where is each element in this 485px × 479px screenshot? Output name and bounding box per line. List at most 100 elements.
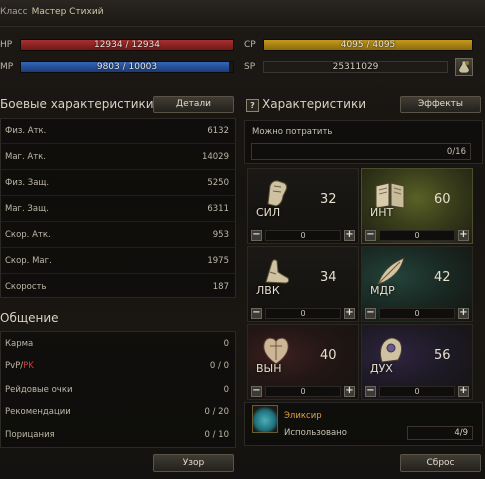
stat-value: 953 xyxy=(212,230,229,240)
decrement-button[interactable]: − xyxy=(365,230,376,241)
view-button[interactable]: Узор xyxy=(153,454,234,472)
stat-name: Скор. Атк. xyxy=(5,230,51,240)
stat-abbr: ДУХ xyxy=(370,362,393,375)
elixir-used-label: Использовано xyxy=(284,428,347,438)
spend-label: Можно потратить xyxy=(252,127,333,137)
decrement-button[interactable]: − xyxy=(365,386,376,397)
social-value: 0 xyxy=(223,385,229,395)
alloc-value: 0 xyxy=(265,386,341,397)
sp-value: 25311029 xyxy=(332,62,379,72)
decrement-button[interactable]: − xyxy=(365,308,376,319)
stat-card-dex: ЛВК 34 − 0 + xyxy=(247,246,359,322)
stat-allocator: − 0 + xyxy=(363,308,471,319)
reset-button[interactable]: Сброс xyxy=(400,454,481,472)
social-row: Рекомендации 0 / 20 xyxy=(1,400,235,424)
social-name: Рекомендации xyxy=(5,407,71,417)
stat-value: 14029 xyxy=(201,152,229,162)
stat-row: Скор. Атк. 953 xyxy=(1,223,235,248)
stat-card-con: ВЫН 40 − 0 + xyxy=(247,324,359,400)
stat-name: Физ. Атк. xyxy=(5,126,47,136)
elixir-icon xyxy=(252,405,278,433)
increment-button[interactable]: + xyxy=(344,308,355,319)
stat-allocator: − 0 + xyxy=(249,230,357,241)
increment-button[interactable]: + xyxy=(458,230,469,241)
stat-value: 32 xyxy=(320,192,337,207)
elixir-used-field: 4/9 xyxy=(407,426,473,440)
social-row: Карма 0 xyxy=(1,332,235,356)
cp-label: CP xyxy=(244,40,256,50)
cp-bar-text: 4095 / 4095 xyxy=(340,40,396,50)
alloc-value: 0 xyxy=(265,308,341,319)
pvp-label: PvP/ xyxy=(5,361,24,371)
alloc-value: 0 xyxy=(379,386,455,397)
social-value: 0 / 0 xyxy=(209,361,229,371)
social-row: Порицания 0 / 10 xyxy=(1,423,235,447)
stat-name: Скорость xyxy=(5,282,47,292)
stat-abbr: ИНТ xyxy=(370,206,394,219)
sp-label: SP xyxy=(244,62,256,72)
stat-row: Скор. Маг. 1975 xyxy=(1,249,235,274)
stat-card-men: ДУХ 56 − 0 + xyxy=(361,324,473,400)
spend-points-value: 0/16 xyxy=(446,147,466,157)
stat-value: 6132 xyxy=(207,126,229,136)
alloc-value: 0 xyxy=(379,308,455,319)
stat-value: 42 xyxy=(434,270,451,285)
social-name: Порицания xyxy=(5,430,55,440)
increment-button[interactable]: + xyxy=(344,386,355,397)
class-row: Класс Мастер Стихий xyxy=(0,7,104,17)
stat-row: Маг. Защ. 6311 xyxy=(1,197,235,222)
sp-field: 25311029 xyxy=(263,61,448,73)
alloc-value: 0 xyxy=(265,230,341,241)
decrement-button[interactable]: − xyxy=(251,230,262,241)
stat-value: 60 xyxy=(434,192,451,207)
social-name: Рейдовые очки xyxy=(5,385,73,395)
effects-button[interactable]: Эффекты xyxy=(400,96,481,113)
social-name: Карма xyxy=(5,339,34,349)
hp-label: HP xyxy=(0,40,13,50)
stat-row: Физ. Атк. 6132 xyxy=(1,119,235,144)
stat-value: 187 xyxy=(212,282,229,292)
mp-bar: 9803 / 10003 xyxy=(20,61,234,73)
stat-card-str: СИЛ 32 − 0 + xyxy=(247,168,359,244)
cp-bar: 4095 / 4095 xyxy=(263,39,473,51)
social-value: 0 xyxy=(223,339,229,349)
increment-button[interactable]: + xyxy=(344,230,355,241)
stat-row: Скорость 187 xyxy=(1,275,235,299)
help-icon[interactable]: ? xyxy=(246,99,259,112)
stat-value: 56 xyxy=(434,348,451,363)
stat-value: 40 xyxy=(320,348,337,363)
hp-bar: 12934 / 12934 xyxy=(20,39,234,51)
sp-potion-button[interactable] xyxy=(455,58,473,76)
mp-label: MP xyxy=(0,62,14,72)
social-row: Рейдовые очки 0 xyxy=(1,378,235,402)
increment-button[interactable]: + xyxy=(458,386,469,397)
combat-stats-panel: Физ. Атк. 6132 Маг. Атк. 14029 Физ. Защ. 52… xyxy=(0,118,236,298)
stat-card-int: ИНТ 60 − 0 + xyxy=(361,168,473,244)
stat-abbr: ВЫН xyxy=(256,362,282,375)
stat-name: Скор. Маг. xyxy=(5,256,52,266)
social-title: Общение xyxy=(0,311,59,325)
increment-button[interactable]: + xyxy=(458,308,469,319)
stat-value: 6311 xyxy=(207,204,229,214)
mp-bar-text: 9803 / 10003 xyxy=(96,62,158,72)
decrement-button[interactable]: − xyxy=(251,308,262,319)
characteristics-title: Характеристики xyxy=(262,97,367,111)
combat-stats-title: Боевые характеристики xyxy=(0,97,154,111)
class-value: Мастер Стихий xyxy=(31,7,104,17)
decrement-button[interactable]: − xyxy=(251,386,262,397)
hp-bar-text: 12934 / 12934 xyxy=(93,40,160,50)
potion-icon xyxy=(458,60,470,74)
stat-abbr: МДР xyxy=(370,284,395,297)
stat-value: 34 xyxy=(320,270,337,285)
stat-name: Физ. Защ. xyxy=(5,178,50,188)
stat-abbr: СИЛ xyxy=(256,206,281,219)
stat-name: Маг. Атк. xyxy=(5,152,47,162)
pk-label: PK xyxy=(23,361,34,371)
alloc-value: 0 xyxy=(379,230,455,241)
stat-name: Маг. Защ. xyxy=(5,204,49,214)
stat-allocator: − 0 + xyxy=(363,386,471,397)
details-button[interactable]: Детали xyxy=(153,96,234,113)
social-value: 0 / 20 xyxy=(204,407,230,417)
social-row: PvP/PK 0 / 0 xyxy=(1,354,235,378)
stat-value: 5250 xyxy=(207,178,229,188)
